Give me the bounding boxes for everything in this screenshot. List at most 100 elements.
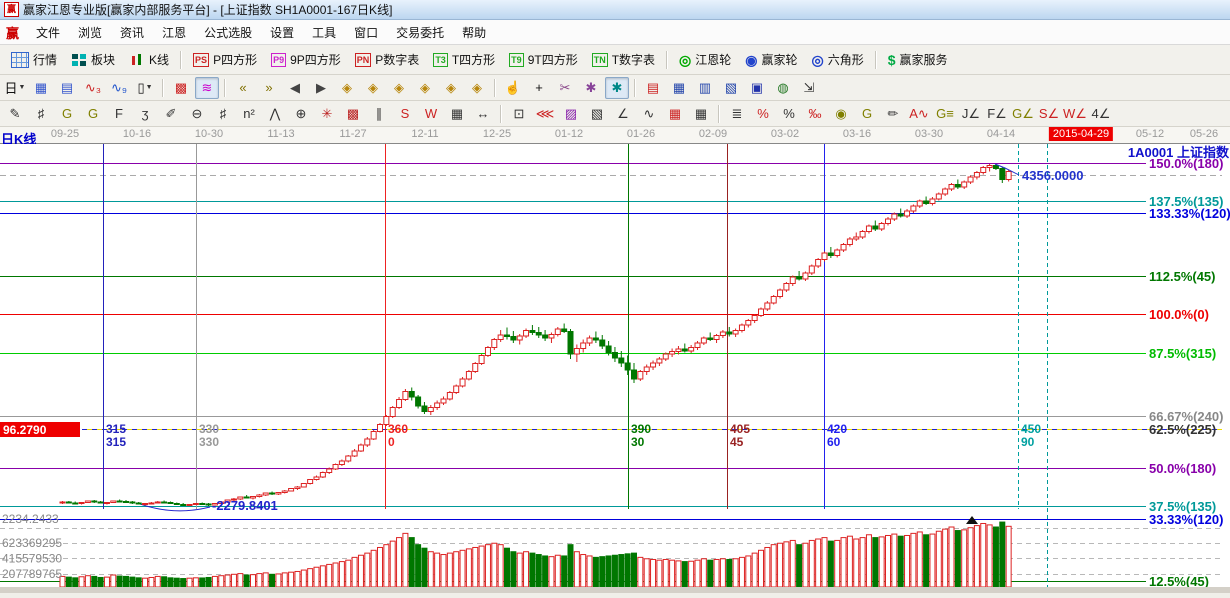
wave-9-button[interactable]: ∿₉ (107, 77, 131, 99)
candle-body-57[interactable] (422, 406, 427, 412)
candle-body-139[interactable] (943, 189, 948, 194)
volume-bar-66[interactable] (479, 546, 484, 587)
volume-bar-113[interactable] (778, 543, 783, 587)
candle-body-18[interactable] (174, 504, 179, 505)
volume-bar-123[interactable] (841, 538, 846, 587)
volume-bar-12[interactable] (136, 578, 141, 587)
volume-bar-122[interactable] (835, 540, 840, 587)
volume-bar-99[interactable] (689, 561, 694, 587)
volume-bar-110[interactable] (759, 550, 764, 587)
volume-bar-108[interactable] (746, 556, 751, 587)
first-bar-button[interactable]: « (231, 77, 255, 99)
period-day-selector[interactable]: 日▼ (3, 77, 27, 99)
volume-bar-34[interactable] (276, 574, 281, 587)
diamond-v-compress-button[interactable]: ◈ (465, 77, 489, 99)
fibonacci-tool[interactable]: F (107, 103, 131, 125)
grid-red-tool[interactable]: ▦ (663, 103, 687, 125)
gold-line-tool[interactable]: G (855, 103, 879, 125)
volume-bar-54[interactable] (403, 533, 408, 587)
bar-ladder-tool[interactable]: ≣ (725, 103, 749, 125)
candle-body-34[interactable] (276, 493, 281, 495)
candle-body-85[interactable] (600, 340, 605, 346)
volume-bar-58[interactable] (428, 552, 433, 587)
candle-body-7[interactable] (104, 503, 109, 504)
candle-body-62[interactable] (454, 386, 459, 393)
volume-bar-93[interactable] (651, 559, 656, 587)
volume-profile-button[interactable]: ≋ (195, 77, 219, 99)
volume-bar-107[interactable] (739, 557, 744, 587)
volume-bar-22[interactable] (200, 578, 205, 587)
menu-item-0[interactable]: 文件 (27, 21, 69, 44)
volume-bar-3[interactable] (79, 577, 84, 587)
candle-body-137[interactable] (930, 199, 935, 204)
export-button[interactable]: ◍ (771, 77, 795, 99)
volume-bar-6[interactable] (98, 577, 103, 587)
candle-body-64[interactable] (466, 372, 471, 380)
volume-bar-56[interactable] (416, 545, 421, 587)
candle-body-148[interactable] (1000, 169, 1005, 180)
menu-item-3[interactable]: 江恩 (153, 21, 195, 44)
volume-bar-89[interactable] (625, 554, 630, 587)
layout-grid-button[interactable]: ▦ (29, 77, 53, 99)
volume-bar-145[interactable] (981, 523, 986, 587)
candle-body-55[interactable] (409, 392, 414, 398)
candle-body-40[interactable] (314, 477, 319, 480)
candle-body-59[interactable] (435, 403, 440, 408)
candle-body-108[interactable] (746, 321, 751, 326)
send-button[interactable]: ⇲ (797, 77, 821, 99)
candle-body-115[interactable] (790, 277, 795, 284)
volume-bar-21[interactable] (193, 578, 198, 587)
p-number-table-button[interactable]: PNP数字表 (349, 48, 426, 71)
p-square-button[interactable]: PSP四方形 (187, 48, 263, 71)
candle-body-76[interactable] (543, 335, 548, 338)
candle-style-selector[interactable]: ▯▼ (133, 77, 157, 99)
candle-body-66[interactable] (479, 356, 484, 364)
volume-bar-78[interactable] (555, 555, 560, 587)
menu-item-7[interactable]: 窗口 (345, 21, 387, 44)
candle-body-33[interactable] (270, 493, 275, 494)
volume-bar-119[interactable] (816, 539, 821, 587)
candle-body-22[interactable] (200, 504, 205, 505)
drag-hand-button[interactable]: ☝ (501, 77, 525, 99)
diamond-left-button[interactable]: ◈ (335, 77, 359, 99)
candle-body-61[interactable] (447, 393, 452, 400)
candle-body-118[interactable] (809, 266, 814, 273)
volume-bar-53[interactable] (397, 538, 402, 587)
span-tool[interactable]: ↔ (471, 103, 495, 125)
candle-body-5[interactable] (92, 501, 97, 502)
knowledge-tree-button[interactable]: ✱ (579, 77, 603, 99)
candle-body-39[interactable] (308, 480, 313, 484)
volume-bar-1[interactable] (66, 577, 71, 587)
purple-fan-tool[interactable]: ▨ (559, 103, 583, 125)
volume-bar-15[interactable] (155, 576, 160, 587)
pen-tool[interactable]: ✎ (3, 103, 27, 125)
crosshair-button[interactable]: + (527, 77, 551, 99)
candle-body-92[interactable] (644, 367, 649, 372)
trend-angle-tool[interactable]: ∠ (611, 103, 635, 125)
candle-body-1[interactable] (66, 502, 71, 503)
candle-body-16[interactable] (162, 502, 167, 503)
candle-body-20[interactable] (187, 505, 192, 506)
volume-bar-90[interactable] (632, 553, 637, 587)
volume-bar-118[interactable] (809, 540, 814, 587)
candle-body-86[interactable] (606, 346, 611, 353)
candle-body-125[interactable] (854, 237, 859, 239)
web-box-tool[interactable]: ▩ (341, 103, 365, 125)
candle-body-49[interactable] (371, 432, 376, 440)
candle-body-99[interactable] (689, 348, 694, 352)
volume-bar-68[interactable] (492, 543, 497, 587)
candle-body-47[interactable] (358, 445, 363, 451)
candle-body-12[interactable] (136, 503, 141, 504)
compass-tool[interactable]: ⊖ (185, 103, 209, 125)
candle-body-3[interactable] (79, 503, 84, 504)
winner-service-button[interactable]: $赢家服务 (882, 48, 954, 71)
candle-body-82[interactable] (581, 343, 586, 349)
candle-body-136[interactable] (924, 201, 929, 204)
diamond-h-expand-button[interactable]: ◈ (387, 77, 411, 99)
volume-bar-115[interactable] (790, 540, 795, 587)
one-percent-tool[interactable]: % (751, 103, 775, 125)
candle-body-147[interactable] (993, 166, 998, 169)
t-number-table-button[interactable]: TNT数字表 (586, 48, 661, 71)
volume-bar-9[interactable] (117, 576, 122, 587)
candle-body-127[interactable] (866, 226, 871, 232)
